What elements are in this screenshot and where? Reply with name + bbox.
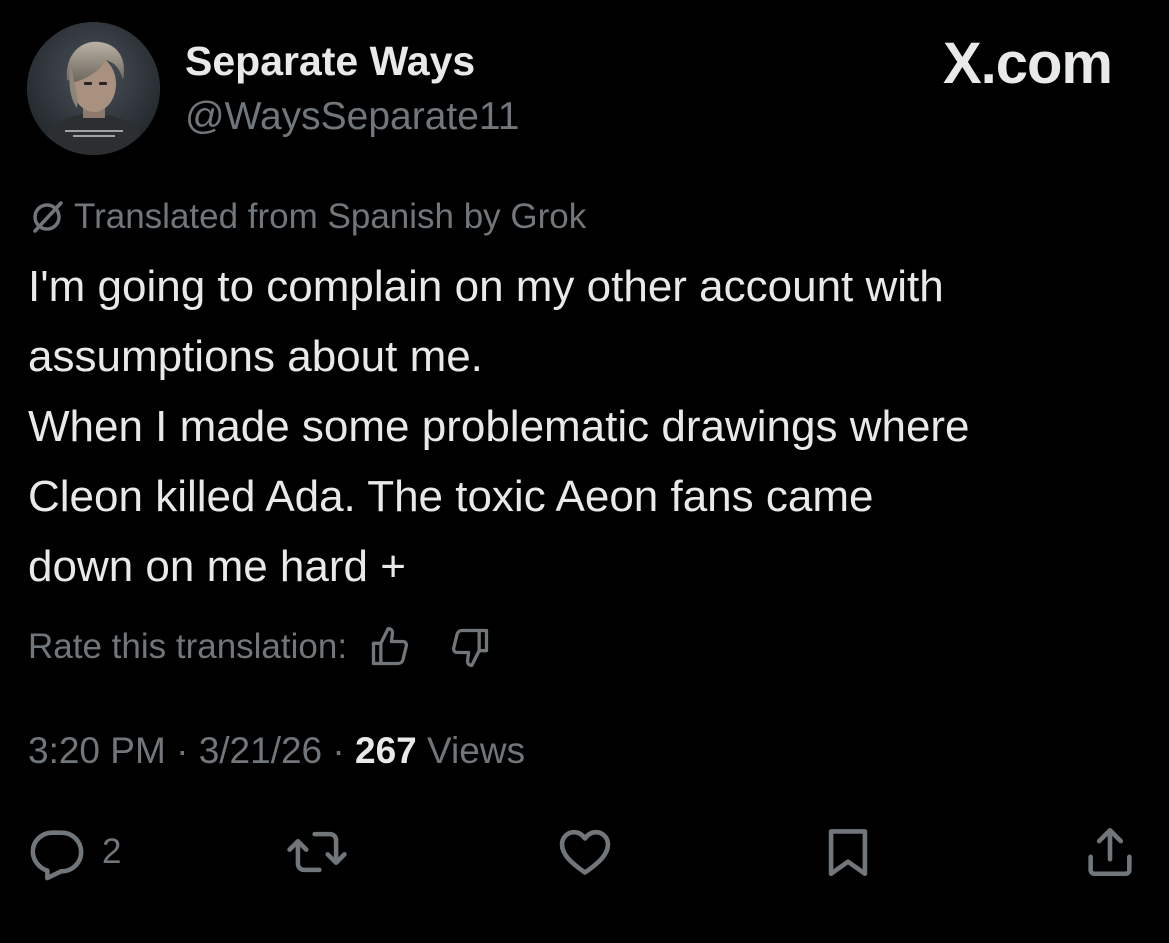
tweet-text-line: I'm going to complain on my other accoun… [28,262,944,311]
rate-translation-row: Rate this translation: [28,622,495,672]
thumbs-down-icon [451,628,489,667]
share-button[interactable] [1081,822,1139,882]
reply-button[interactable]: 2 [28,822,121,882]
bookmark-button[interactable] [819,822,877,882]
tweet-meta: 3:20 PM · 3/21/26 · 267 Views [28,727,525,775]
author-handle[interactable]: @WaysSeparate11 [185,95,519,140]
views-label[interactable]: Views [427,730,525,771]
heart-icon [559,829,611,875]
tweet-text-line: down on me hard + [28,542,406,591]
avatar[interactable] [27,22,160,155]
tweet-text: I'm going to complain on my other accoun… [28,252,1153,602]
reply-count: 2 [102,832,122,871]
rate-up-button[interactable] [365,622,415,672]
tweet-time[interactable]: 3:20 PM [28,730,166,771]
tweet-date[interactable]: 3/21/26 [199,730,322,771]
profile-photo [27,22,160,155]
author-display-name[interactable]: Separate Ways [185,38,475,85]
thumbs-up-icon [371,627,409,666]
bookmark-icon [828,829,868,877]
grok-icon [28,198,66,236]
meta-separator: · [176,730,199,771]
rate-down-button[interactable] [445,622,495,672]
share-icon [1088,827,1132,877]
repost-button[interactable] [286,822,348,882]
meta-separator: · [332,730,356,771]
repost-icon [287,831,347,873]
x-com-watermark: X.com [942,31,1113,96]
translation-notice: Translated from Spanish by Grok [28,195,586,239]
like-button[interactable] [554,822,616,882]
tweet-text-line: Cleon killed Ada. The toxic Aeon fans ca… [28,472,874,521]
translation-notice-text: Translated from Spanish by Grok [74,197,587,236]
rate-translation-label: Rate this translation: [28,627,348,666]
tweet-text-line: assumptions about me. [28,332,483,381]
reply-icon [30,830,84,881]
tweet-text-line: When I made some problematic drawings wh… [28,402,970,451]
views-count[interactable]: 267 [355,730,427,771]
